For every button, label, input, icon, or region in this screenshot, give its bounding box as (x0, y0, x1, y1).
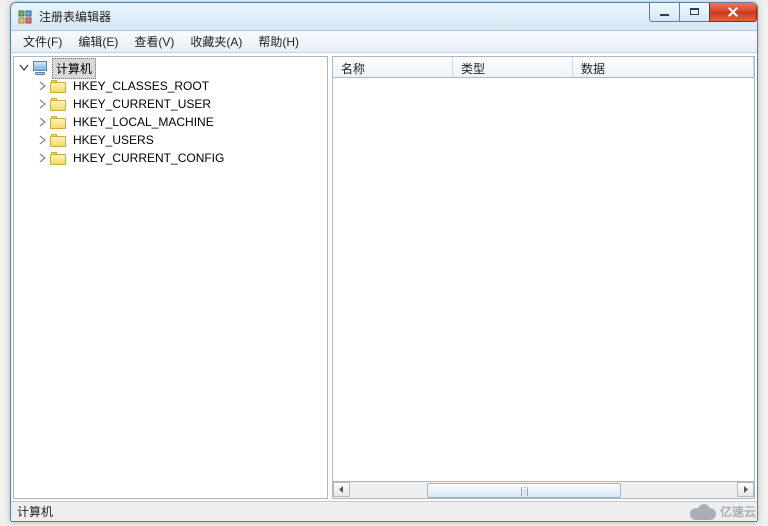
menu-file[interactable]: 文件(F) (15, 31, 70, 52)
minimize-icon (660, 14, 669, 16)
close-icon (728, 7, 738, 17)
menu-bar: 文件(F) 编辑(E) 查看(V) 收藏夹(A) 帮助(H) (11, 31, 757, 53)
app-icon (17, 9, 33, 25)
window-controls (650, 2, 757, 22)
folder-icon (50, 150, 66, 166)
status-path: 计算机 (17, 503, 53, 520)
computer-icon (32, 60, 48, 76)
registry-editor-window: 注册表编辑器 文件(F) 编辑(E) 查看(V) 收藏夹(A) 帮助(H) 计算… (10, 2, 758, 522)
title-bar[interactable]: 注册表编辑器 (11, 3, 757, 31)
tree-item-hkcr[interactable]: HKEY_CLASSES_ROOT (14, 77, 327, 95)
content-area: 计算机 HKEY_CLASSES_ROOT HKEY_CURRENT_USER (11, 53, 757, 501)
scroll-right-icon[interactable] (737, 482, 754, 497)
menu-favorites[interactable]: 收藏夹(A) (182, 31, 250, 52)
minimize-button[interactable] (649, 2, 680, 22)
expand-icon[interactable] (36, 80, 48, 92)
window-title: 注册表编辑器 (39, 8, 111, 25)
watermark-text: 亿速云 (720, 503, 756, 520)
expand-icon[interactable] (36, 116, 48, 128)
tree-item-label: HKEY_CURRENT_USER (70, 96, 214, 112)
tree-item-hklm[interactable]: HKEY_LOCAL_MACHINE (14, 113, 327, 131)
maximize-icon (690, 8, 699, 15)
status-bar: 计算机 (11, 501, 757, 521)
expand-icon[interactable] (36, 152, 48, 164)
tree-pane[interactable]: 计算机 HKEY_CLASSES_ROOT HKEY_CURRENT_USER (13, 56, 328, 499)
tree-root-label: 计算机 (52, 58, 96, 79)
list-pane: 名称 类型 数据 (332, 56, 755, 499)
tree-item-hkcu[interactable]: HKEY_CURRENT_USER (14, 95, 327, 113)
tree-item-label: HKEY_LOCAL_MACHINE (70, 114, 217, 130)
scroll-track[interactable] (350, 483, 737, 498)
watermark: 亿速云 (690, 503, 756, 520)
menu-edit[interactable]: 编辑(E) (70, 31, 126, 52)
tree-item-hku[interactable]: HKEY_USERS (14, 131, 327, 149)
collapse-icon[interactable] (18, 62, 30, 74)
close-button[interactable] (709, 2, 757, 22)
tree-item-label: HKEY_USERS (70, 132, 157, 148)
scroll-left-icon[interactable] (333, 482, 350, 497)
maximize-button[interactable] (679, 2, 710, 22)
tree-item-hkcc[interactable]: HKEY_CURRENT_CONFIG (14, 149, 327, 167)
expand-icon[interactable] (36, 134, 48, 146)
tree-item-label: HKEY_CURRENT_CONFIG (70, 150, 227, 166)
folder-icon (50, 96, 66, 112)
column-data[interactable]: 数据 (573, 57, 754, 77)
folder-icon (50, 114, 66, 130)
menu-view[interactable]: 查看(V) (126, 31, 182, 52)
list-body[interactable] (332, 78, 755, 482)
tree-item-label: HKEY_CLASSES_ROOT (70, 78, 212, 94)
folder-icon (50, 132, 66, 148)
horizontal-scrollbar[interactable] (332, 482, 755, 499)
scroll-thumb[interactable] (427, 483, 621, 498)
tree-root[interactable]: 计算机 (14, 59, 327, 77)
column-name[interactable]: 名称 (333, 57, 453, 77)
cloud-icon (690, 504, 716, 520)
list-header: 名称 类型 数据 (332, 56, 755, 78)
folder-icon (50, 78, 66, 94)
column-type[interactable]: 类型 (453, 57, 573, 77)
menu-help[interactable]: 帮助(H) (250, 31, 307, 52)
expand-icon[interactable] (36, 98, 48, 110)
